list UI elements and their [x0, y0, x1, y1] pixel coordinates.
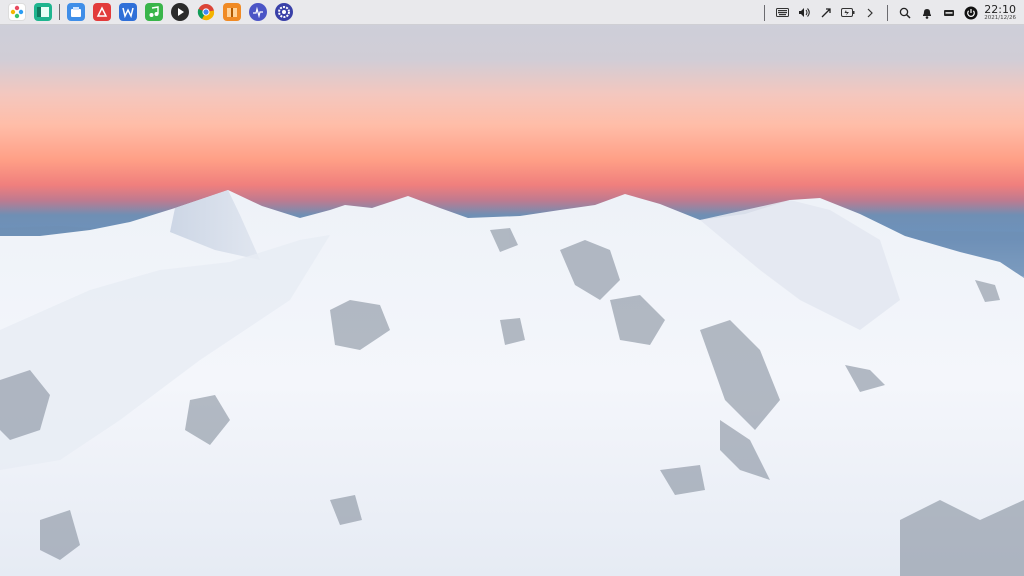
- clock-date: 2021/12/26: [984, 14, 1016, 21]
- volume-icon[interactable]: [795, 4, 813, 22]
- pdf-reader-icon[interactable]: [93, 3, 111, 21]
- launcher-icon[interactable]: [8, 3, 26, 21]
- settings-icon[interactable]: [275, 3, 293, 21]
- battery-icon[interactable]: [839, 4, 857, 22]
- office-writer-icon[interactable]: [119, 3, 137, 21]
- bell-icon[interactable]: [918, 4, 936, 22]
- search-icon[interactable]: [896, 4, 914, 22]
- clock-time: 22:10: [984, 2, 1016, 16]
- video-player-icon[interactable]: [171, 3, 189, 21]
- chevron-right-icon[interactable]: [861, 4, 879, 22]
- top-panel: 22:10 2021/12/26: [0, 0, 1024, 25]
- power-icon[interactable]: [962, 4, 980, 22]
- keyboard-icon[interactable]: [773, 4, 791, 22]
- desktop: [0, 0, 1024, 576]
- app-launcher-bar: [0, 3, 297, 21]
- archive-manager-icon[interactable]: [223, 3, 241, 21]
- chrome-browser-icon[interactable]: [197, 3, 215, 21]
- launcher-separator: [59, 4, 60, 20]
- system-tray: 22:10 2021/12/26: [758, 0, 1024, 25]
- tray-separator-left: [764, 4, 766, 21]
- clock[interactable]: 22:10 2021/12/26: [984, 4, 1016, 22]
- file-manager-icon[interactable]: [34, 3, 52, 21]
- system-monitor-icon[interactable]: [249, 3, 267, 21]
- bluetooth-icon[interactable]: [817, 4, 835, 22]
- notes-icon[interactable]: [940, 4, 958, 22]
- mountain-wallpaper: [0, 190, 1024, 576]
- tray-separator-right: [887, 4, 889, 21]
- music-player-icon[interactable]: [145, 3, 163, 21]
- app-store-icon[interactable]: [67, 3, 85, 21]
